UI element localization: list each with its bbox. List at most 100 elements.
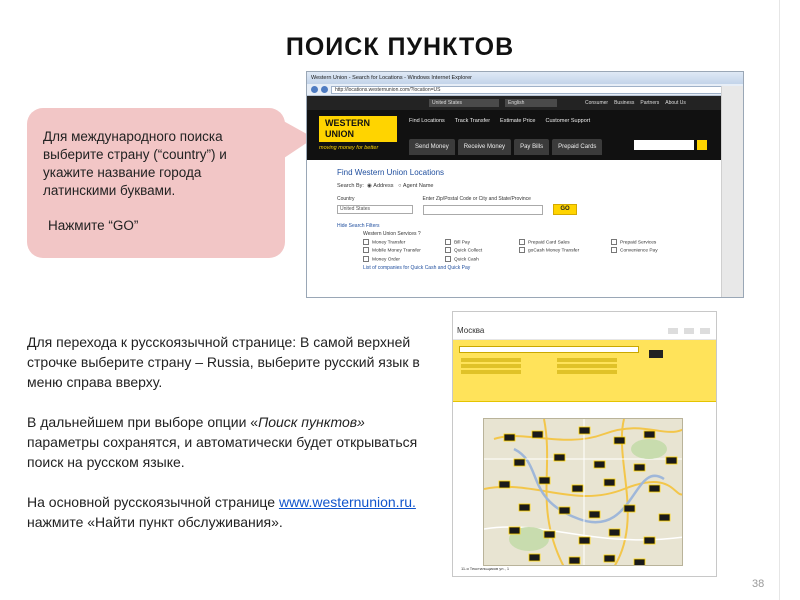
instructions-text: Для перехода к русскоязычной странице: В…: [27, 332, 432, 552]
ru-top-bar: Москва: [453, 312, 716, 340]
tab-send-money[interactable]: Send Money: [409, 139, 455, 155]
go-button[interactable]: GO: [553, 204, 577, 215]
top-link-business[interactable]: Business: [614, 100, 634, 106]
wu-map-marker-icon[interactable]: [588, 510, 601, 519]
url-field[interactable]: http://locations.westernunion.com/?locat…: [331, 85, 739, 94]
browser-address-bar: http://locations.westernunion.com/?locat…: [307, 84, 743, 96]
wu-map-marker-icon[interactable]: [608, 528, 621, 537]
country-dropdown[interactable]: United States: [429, 99, 499, 107]
wu-header: WESTERN UNION moving money for better Fi…: [307, 110, 743, 160]
slide-title: ПОИСК ПУНКТОВ: [285, 33, 515, 61]
option-address[interactable]: Address: [373, 183, 393, 189]
ru-option[interactable]: [461, 358, 521, 362]
wu-map-marker-icon[interactable]: [498, 480, 511, 489]
service-checkbox[interactable]: Money Order: [363, 256, 445, 262]
wu-map-marker-icon[interactable]: [623, 504, 636, 513]
wu-logo[interactable]: WESTERN UNION: [319, 116, 397, 142]
wu-map-marker-icon[interactable]: [503, 433, 516, 442]
wu-map-marker-icon[interactable]: [513, 458, 526, 467]
service-checkbox[interactable]: Quick Collect: [445, 247, 519, 254]
wu-map-marker-icon[interactable]: [538, 476, 551, 485]
service-checkbox[interactable]: Bill Pay: [445, 239, 519, 245]
country-select[interactable]: United States: [337, 205, 413, 214]
forward-icon[interactable]: [321, 86, 328, 93]
wu-top-bar: United States English Consumer Business …: [307, 96, 743, 110]
wu-map-marker-icon[interactable]: [613, 436, 626, 445]
wu-map-marker-icon[interactable]: [528, 553, 541, 562]
wu-map-marker-icon[interactable]: [558, 506, 571, 515]
tab-pay-bills[interactable]: Pay Bills: [514, 139, 550, 155]
wu-search-screenshot: Western Union - Search for Locations - W…: [306, 71, 744, 298]
service-checkbox[interactable]: Money Transfer: [363, 239, 445, 245]
search-by-label: Search By:: [337, 183, 364, 189]
browser-title-bar: Western Union - Search for Locations - W…: [307, 72, 743, 84]
wu-map-marker-icon[interactable]: [633, 558, 646, 566]
wu-map-marker-icon[interactable]: [531, 430, 544, 439]
page-number: 38: [752, 578, 765, 590]
option-name: Поиск пунктов»: [258, 414, 365, 430]
wu-map-marker-icon[interactable]: [578, 536, 591, 545]
wu-map-marker-icon[interactable]: [643, 536, 656, 545]
option-agent-name[interactable]: Agent Name: [403, 183, 434, 189]
wu-map-marker-icon[interactable]: [593, 460, 606, 469]
service-checkbox[interactable]: Convenience Pay: [611, 247, 701, 254]
back-icon[interactable]: [311, 86, 318, 93]
search-icon[interactable]: [697, 140, 707, 150]
locations-map[interactable]: [483, 418, 683, 566]
wu-map-marker-icon[interactable]: [578, 426, 591, 435]
zip-label: Enter Zip/Postal Code or City and State/…: [422, 196, 531, 202]
ru-option[interactable]: [461, 364, 521, 368]
wu-map-marker-icon[interactable]: [658, 513, 671, 522]
wu-map-marker-icon[interactable]: [553, 453, 566, 462]
wu-map-marker-icon[interactable]: [603, 478, 616, 487]
zip-input[interactable]: [423, 204, 543, 215]
service-checkbox[interactable]: goCash Money Transfer: [519, 247, 611, 254]
top-link-partners[interactable]: Partners: [640, 100, 659, 106]
share-icon[interactable]: [668, 328, 678, 334]
hide-filters-link[interactable]: Hide Search Filters: [337, 223, 713, 229]
map-svg[interactable]: [484, 419, 683, 566]
westernunion-ru-link[interactable]: www.westernunion.ru.: [279, 494, 416, 510]
ru-search-input[interactable]: [459, 346, 639, 353]
ru-option[interactable]: [557, 364, 617, 368]
services-list-link[interactable]: List of companies for Quick Cash and Qui…: [337, 265, 713, 271]
site-search-input[interactable]: [634, 140, 694, 150]
menu-customer-support[interactable]: Customer Support: [546, 118, 591, 124]
wu-map-marker-icon[interactable]: [508, 526, 521, 535]
wu-map-marker-icon[interactable]: [518, 503, 531, 512]
ru-search-button[interactable]: [649, 350, 663, 358]
ru-option[interactable]: [461, 370, 521, 374]
wu-map-marker-icon[interactable]: [571, 484, 584, 493]
country-label: Country: [337, 196, 355, 202]
top-link-about[interactable]: About Us: [665, 100, 686, 106]
print-icon[interactable]: [684, 328, 694, 334]
bubble-go-text: Нажмите “GO”: [48, 218, 139, 233]
service-checkbox[interactable]: Mobile Money Transfer: [363, 247, 445, 254]
menu-track-transfer[interactable]: Track Transfer: [455, 118, 490, 124]
email-icon[interactable]: [700, 328, 710, 334]
wu-map-marker-icon[interactable]: [648, 484, 661, 493]
browser-scrollbar[interactable]: [721, 86, 743, 297]
wu-map-marker-icon[interactable]: [568, 556, 581, 565]
service-checkbox[interactable]: Prepaid Services: [611, 239, 701, 245]
service-checkbox[interactable]: Prepaid Card Sales: [519, 239, 611, 245]
wu-map-marker-icon[interactable]: [643, 430, 656, 439]
language-dropdown[interactable]: English: [505, 99, 557, 107]
wu-map-marker-icon[interactable]: [665, 456, 678, 465]
top-link-consumer[interactable]: Consumer: [585, 100, 608, 106]
instruction-paragraph-3: На основной русскоязычной странице www.w…: [27, 494, 416, 530]
menu-find-locations[interactable]: Find Locations: [409, 118, 445, 124]
ru-option[interactable]: [557, 370, 617, 374]
form-title: Find Western Union Locations: [337, 168, 445, 177]
wu-map-marker-icon[interactable]: [603, 554, 616, 563]
menu-estimate-price[interactable]: Estimate Price: [500, 118, 535, 124]
wu-map-marker-icon[interactable]: [543, 530, 556, 539]
search-by-row: Search By: ◉ Address ○ Agent Name: [337, 183, 434, 189]
wu-form: Find Western Union Locations Search By: …: [307, 160, 743, 297]
tab-prepaid-cards[interactable]: Prepaid Cards: [552, 139, 603, 155]
field-inputs: United States GO: [337, 204, 713, 215]
wu-map-marker-icon[interactable]: [633, 463, 646, 472]
ru-option[interactable]: [557, 358, 617, 362]
tab-receive-money[interactable]: Receive Money: [457, 139, 512, 155]
service-checkbox[interactable]: Quick Cash: [445, 256, 519, 262]
